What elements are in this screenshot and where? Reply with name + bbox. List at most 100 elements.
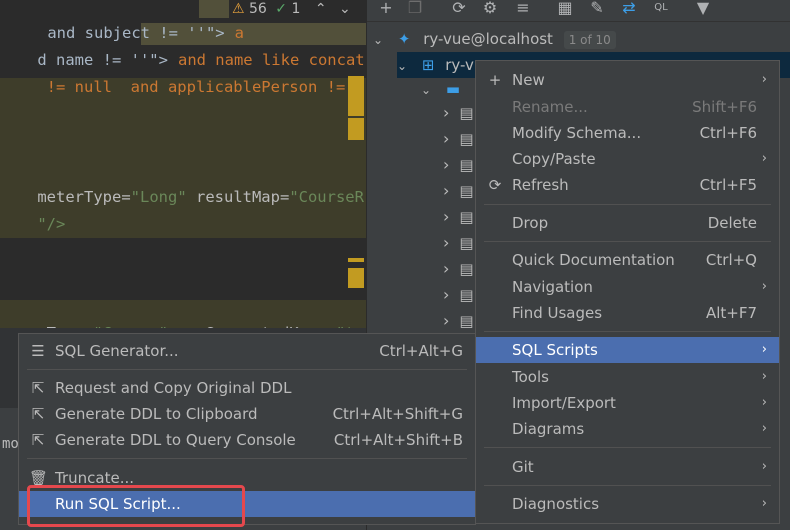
menu-item-label: Generate DDL to Clipboard — [55, 405, 258, 423]
filter-icon[interactable]: ▼ — [693, 0, 713, 18]
add-icon[interactable]: + — [376, 0, 396, 18]
chevron-up-icon[interactable]: ⌃ — [315, 1, 327, 17]
refresh-icon[interactable]: ⟳ — [449, 0, 469, 18]
menu-item-request-copy-ddl[interactable]: ⇱ Request and Copy Original DDL — [19, 375, 475, 401]
table-icon[interactable]: ▦ — [555, 0, 575, 18]
tree-table-row[interactable]: › ▤ — [443, 230, 474, 256]
menu-item-rename[interactable]: Rename... Shift+F6 — [476, 94, 779, 120]
chevron-down-icon[interactable]: ⌄ — [421, 83, 431, 97]
menu-item-find-usages[interactable]: Find Usages Alt+F7 — [476, 300, 779, 326]
menu-item-label: SQL Scripts — [512, 341, 598, 359]
menu-item-label: Find Usages — [512, 304, 603, 322]
tree-root-badge: 1 of 10 — [563, 31, 616, 49]
table-icon: ▤ — [459, 208, 474, 226]
menu-item-tools[interactable]: Tools › — [476, 364, 779, 390]
warning-icon: ⚠ — [232, 1, 245, 17]
menu-item-modify-schema[interactable]: Modify Schema... Ctrl+F6 — [476, 120, 779, 146]
menu-item-import-export[interactable]: Import/Export › — [476, 390, 779, 416]
menu-item-label: Git — [512, 458, 534, 476]
console-icon[interactable]: QL — [651, 0, 671, 18]
menu-item-label: Refresh — [512, 176, 569, 194]
tree-root-row[interactable]: ⌄ ✦ ry-vue@localhost 1 of 10 — [373, 26, 616, 52]
context-menu: + New › Rename... Shift+F6 Modify Schema… — [475, 60, 780, 524]
chevron-right-icon: › — [761, 459, 767, 474]
menu-item-ddl-console[interactable]: ⇱ Generate DDL to Query Console Ctrl+Alt… — [19, 427, 475, 453]
jump-icon[interactable]: ⇄ — [619, 0, 639, 18]
code-string: "/> — [37, 215, 66, 233]
code-line-2: d name != ''"> and name like concat( — [0, 21, 366, 69]
menu-item-label: Diagnostics — [512, 495, 600, 513]
chevron-down-icon[interactable]: ⌄ — [397, 59, 407, 73]
menu-item-shortcut: Ctrl+Alt+G — [379, 342, 463, 360]
settings-icon[interactable]: ⚙ — [480, 0, 500, 18]
tree-table-row[interactable]: › ▤ — [443, 100, 474, 126]
menu-item-shortcut: Ctrl+Alt+Shift+G — [332, 405, 463, 423]
tree-schema-label: ry-v — [445, 56, 474, 74]
code-keyword: != null and applicablePerson != '' — [37, 78, 366, 96]
tree-table-row[interactable]: › ▤ — [443, 308, 474, 334]
menu-item-shortcut: Ctrl+F5 — [699, 176, 757, 194]
edit-icon[interactable]: ✎ — [587, 0, 607, 18]
chevron-right-icon[interactable]: › — [443, 233, 449, 252]
database-icon[interactable]: ≡ — [513, 0, 533, 18]
chevron-right-icon[interactable]: › — [443, 311, 449, 330]
tree-table-row[interactable]: › ▤ — [443, 126, 474, 152]
menu-item-diagnostics[interactable]: Diagnostics › — [476, 491, 779, 517]
chevron-down-icon[interactable]: ⌄ — [373, 33, 383, 47]
menu-separator — [484, 331, 771, 332]
bottom-text: mo — [2, 436, 19, 452]
chevron-down-icon[interactable]: ⌄ — [339, 1, 351, 17]
chevron-right-icon: › — [761, 151, 767, 166]
scroll-marker[interactable] — [348, 118, 364, 140]
tree-table-row[interactable]: › ▤ — [443, 256, 474, 282]
chevron-right-icon[interactable]: › — [443, 259, 449, 278]
tree-table-row[interactable]: › ▤ — [443, 178, 474, 204]
mysql-icon: ✦ — [397, 30, 411, 48]
tree-table-row[interactable]: › ▤ — [443, 282, 474, 308]
menu-item-diagrams[interactable]: Diagrams › — [476, 416, 779, 442]
tree-folder-row[interactable]: ⌄ ▬ — [421, 76, 460, 102]
chevron-right-icon: › — [761, 369, 767, 384]
tree-table-row[interactable]: › ▤ — [443, 204, 474, 230]
menu-item-ddl-clipboard[interactable]: ⇱ Generate DDL to Clipboard Ctrl+Alt+Shi… — [19, 401, 475, 427]
menu-item-sql-generator[interactable]: ☰ SQL Generator... Ctrl+Alt+G — [19, 338, 475, 364]
inspection-widget[interactable]: ⚠ 56 ✓ 1 ⌃ ⌄ — [232, 0, 351, 18]
chevron-right-icon[interactable]: › — [443, 129, 449, 148]
menu-item-label: Diagrams — [512, 420, 585, 438]
menu-item-label: Rename... — [512, 98, 588, 116]
menu-item-sql-scripts[interactable]: SQL Scripts › — [476, 337, 779, 363]
ok-count: 1 — [291, 1, 301, 17]
copy-icon[interactable]: ❐ — [405, 0, 425, 18]
menu-separator — [27, 458, 467, 459]
chevron-right-icon[interactable]: › — [443, 155, 449, 174]
scroll-marker[interactable] — [348, 258, 364, 262]
menu-item-git[interactable]: Git › — [476, 454, 779, 480]
menu-item-new[interactable]: + New › — [476, 67, 779, 93]
menu-separator — [484, 204, 771, 205]
chevron-right-icon[interactable]: › — [443, 285, 449, 304]
menu-item-drop[interactable]: Drop Delete — [476, 210, 779, 236]
menu-item-navigation[interactable]: Navigation › — [476, 274, 779, 300]
table-icon: ▤ — [459, 156, 474, 174]
chevron-right-icon: › — [761, 342, 767, 357]
menu-item-refresh[interactable]: ⟳ Refresh Ctrl+F5 — [476, 172, 779, 198]
chevron-right-icon: › — [761, 421, 767, 436]
chevron-right-icon[interactable]: › — [443, 207, 449, 226]
scroll-marker[interactable] — [348, 76, 364, 116]
chevron-right-icon: › — [761, 72, 767, 87]
menu-item-label: SQL Generator... — [55, 342, 179, 360]
menu-item-copy-paste[interactable]: Copy/Paste › — [476, 146, 779, 172]
chevron-right-icon[interactable]: › — [443, 103, 449, 122]
menu-separator — [484, 485, 771, 486]
tree-table-row[interactable]: › ▤ — [443, 152, 474, 178]
refresh-icon: ⟳ — [488, 176, 502, 194]
chevron-right-icon[interactable]: › — [443, 181, 449, 200]
table-icon: ▤ — [459, 312, 474, 330]
menu-item-label: Import/Export — [512, 394, 616, 412]
warning-count: 56 — [249, 1, 267, 17]
menu-item-quick-documentation[interactable]: Quick Documentation Ctrl+Q — [476, 247, 779, 273]
scroll-marker[interactable] — [348, 268, 364, 288]
menu-item-shortcut: Delete — [707, 214, 757, 232]
schema-icon: ⊞ — [421, 56, 435, 74]
menu-item-label: Navigation — [512, 278, 593, 296]
